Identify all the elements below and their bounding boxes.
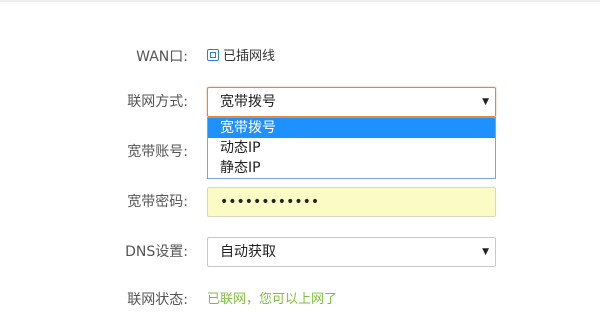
caret-down-icon: ▼ [482,247,489,257]
wan-label: WAN口: [136,49,188,65]
dns-label: DNS设置: [125,244,188,260]
connection-mode-dropdown: 宽带拨号 动态IP 静态IP [207,117,496,179]
dropdown-option-static-ip[interactable]: 静态IP [208,158,495,178]
wan-status-text: 已插网线 [223,49,276,64]
connection-mode-label: 联网方式: [127,94,188,110]
dns-value: 自动获取 [220,244,276,260]
network-port-icon [207,49,219,61]
account-label: 宽带账号: [127,144,188,160]
password-masked-value: •••••••••••• [220,194,320,210]
net-status-label: 联网状态: [127,292,188,308]
caret-down-icon: ▼ [482,97,489,107]
connection-mode-value: 宽带拨号 [220,94,276,110]
net-status-value: 已联网，您可以上网了 [207,292,338,307]
password-label: 宽带密码: [127,194,188,210]
password-input[interactable]: •••••••••••• [207,187,496,217]
top-divider [0,0,600,2]
connection-mode-select[interactable]: 宽带拨号 ▼ [207,87,496,117]
dropdown-option-dynamic-ip[interactable]: 动态IP [208,138,495,158]
dropdown-option-pppoe[interactable]: 宽带拨号 [208,118,495,138]
wan-status: 已插网线 [207,48,275,66]
dns-select[interactable]: 自动获取 ▼ [207,237,496,267]
